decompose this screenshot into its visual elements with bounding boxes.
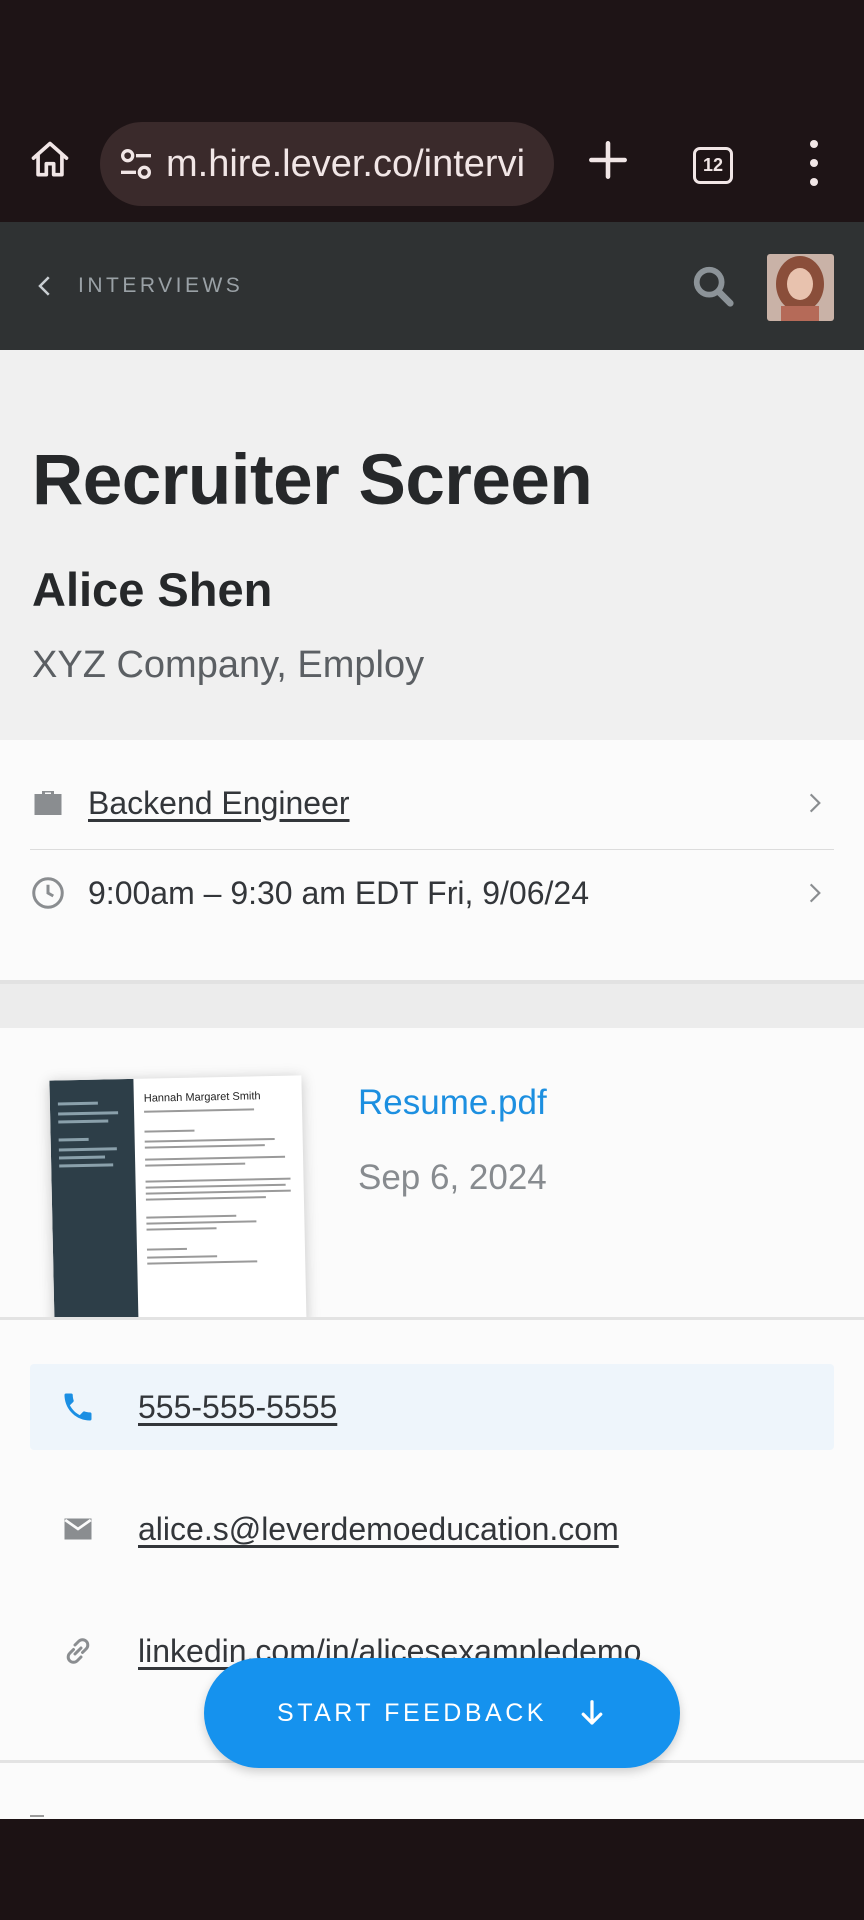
resume-link[interactable]: Resume.pdf [358,1083,547,1123]
interview-details: Backend Engineer 9:00am – 9:30 am EDT Fr… [0,740,864,980]
section-gap [0,980,864,1028]
resume-thumb-name: Hannah Margaret Smith [143,1090,261,1105]
chevron-right-icon [809,883,821,903]
search-icon[interactable] [690,263,736,309]
arrow-down-icon [581,1700,603,1725]
briefcase-icon [30,785,66,821]
back-to-interviews[interactable]: INTERVIEWS [30,222,243,350]
job-link[interactable]: Backend Engineer [88,785,350,822]
job-row[interactable]: Backend Engineer [30,758,834,848]
clock-icon [30,875,66,911]
candidate-name: Alice Shen [32,563,273,616]
phone-icon [58,1387,98,1427]
plus-icon[interactable] [583,135,633,185]
mail-icon [58,1509,98,1549]
system-navigation-bar [0,1819,864,1920]
resume-thumbnail[interactable]: Hannah Margaret Smith [49,1075,307,1317]
next-section [0,1763,864,1819]
phone-link[interactable]: 555-555-5555 [138,1389,337,1426]
tabs-icon[interactable]: 12 [693,147,733,184]
app-header: INTERVIEWS [0,222,864,350]
interview-summary: Recruiter Screen Alice Shen XYZ Company,… [0,350,864,740]
home-icon[interactable] [22,132,78,188]
avatar[interactable] [767,254,834,321]
interview-time: 9:00am – 9:30 am EDT Fri, 9/06/24 [88,874,589,911]
time-row[interactable]: 9:00am – 9:30 am EDT Fri, 9/06/24 [30,848,834,938]
start-feedback-button[interactable]: START FEEDBACK [204,1658,680,1768]
url-text[interactable]: m.hire.lever.co/intervi [166,143,525,186]
more-vert-icon[interactable] [806,140,822,186]
tune-icon[interactable] [116,144,156,184]
link-icon [58,1631,98,1671]
chevron-left-icon [38,276,50,296]
email-row[interactable]: alice.s@leverdemoeducation.com [30,1486,834,1572]
resume-card[interactable]: Hannah Margaret Smith Resume.pdf Sep 6, … [0,1028,864,1320]
start-feedback-label: START FEEDBACK [277,1698,547,1727]
address-bar[interactable]: m.hire.lever.co/intervi [100,122,554,206]
chevron-right-icon [809,793,821,813]
page-title: Recruiter Screen [32,441,593,520]
candidate-company: XYZ Company, Employ [32,644,425,686]
email-link[interactable]: alice.s@leverdemoeducation.com [138,1511,619,1548]
phone-row[interactable]: 555-555-5555 [30,1364,834,1450]
back-label: INTERVIEWS [78,274,244,297]
browser-toolbar: m.hire.lever.co/intervi 12 [0,0,864,222]
resume-date: Sep 6, 2024 [358,1158,547,1197]
